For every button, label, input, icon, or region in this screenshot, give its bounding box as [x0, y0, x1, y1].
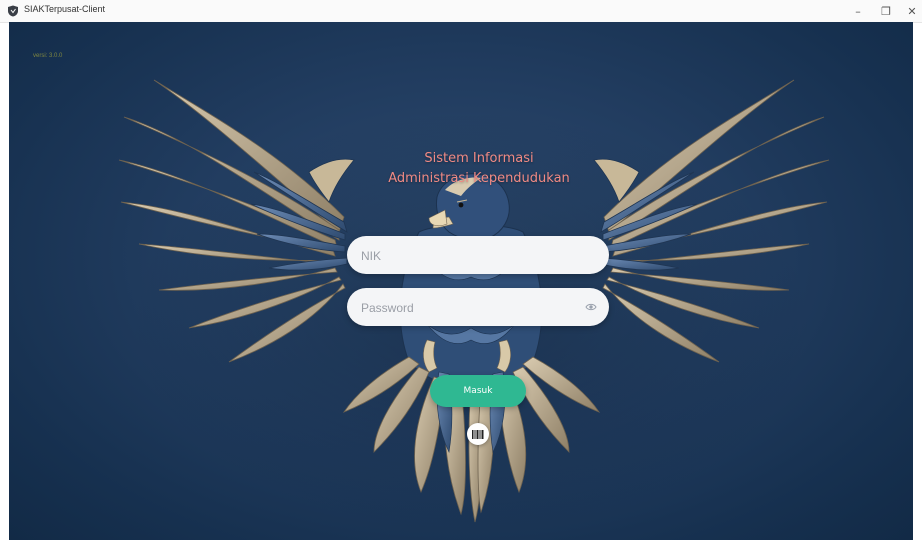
app-heading: Sistem Informasi Administrasi Kependuduk… [354, 149, 604, 189]
password-input[interactable] [359, 288, 583, 328]
maximize-button[interactable]: ❐ [872, 0, 900, 22]
eye-icon[interactable] [585, 301, 597, 313]
login-screen: versi: 3.0.0 Sistem Informasi Administra… [9, 22, 913, 540]
barcode-icon [472, 429, 484, 439]
nik-input[interactable] [359, 236, 583, 276]
app-window: SIAKTerpusat-Client – ❐ ✕ versi: 3.0.0 S… [0, 0, 922, 547]
heading-line-1: Sistem Informasi [424, 151, 534, 166]
version-label: versi: 3.0.0 [33, 53, 63, 59]
password-field[interactable] [347, 288, 609, 328]
close-button[interactable]: ✕ [898, 0, 922, 22]
scan-button[interactable] [467, 423, 489, 445]
minimize-button[interactable]: – [844, 0, 872, 22]
window-bottom-border [0, 540, 922, 547]
heading-line-2: Administrasi Kependudukan [388, 171, 570, 186]
title-bar: SIAKTerpusat-Client – ❐ ✕ [0, 0, 922, 23]
window-title: SIAKTerpusat-Client [24, 4, 106, 14]
login-button[interactable]: Masuk [430, 375, 526, 407]
shield-icon [8, 5, 18, 17]
nik-field[interactable] [347, 236, 609, 276]
eagle-emblem [118, 79, 830, 532]
